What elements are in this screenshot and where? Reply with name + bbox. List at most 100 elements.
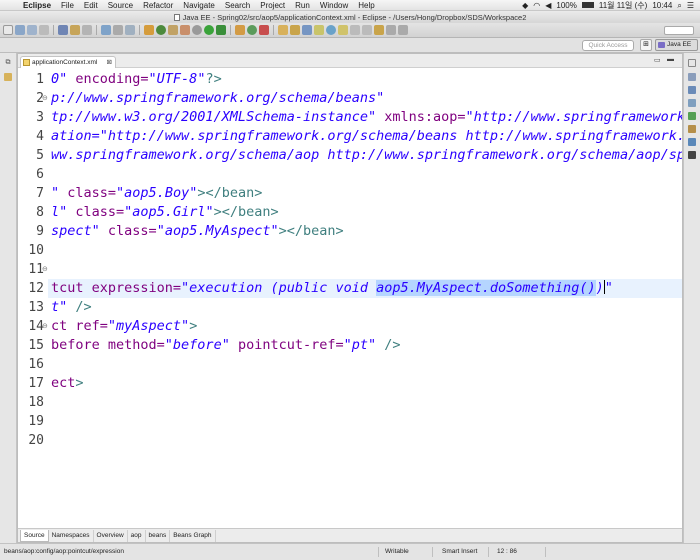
open-folder-icon[interactable] [278,25,288,35]
forward-icon[interactable] [398,25,408,35]
task-list-icon[interactable] [688,86,696,94]
scm-icon[interactable] [144,25,154,35]
fold-toggle-icon[interactable]: ⊖ [42,89,48,108]
restore-icon[interactable]: ⧉ [4,59,12,67]
toolbar-dropdown[interactable] [664,25,694,35]
skip-breakpoints-icon[interactable] [101,25,111,35]
code-line[interactable]: p://www.springframework.org/schema/beans… [51,89,384,108]
battery-percent[interactable]: 100% [556,0,576,11]
team-icon[interactable] [125,25,135,35]
open-perspective-icon[interactable]: ⊞ [640,39,652,51]
code-line[interactable]: ation="http://www.springframework.org/sc… [51,127,682,146]
search-icon[interactable] [290,25,300,35]
last-edit-icon[interactable] [374,25,384,35]
prev-annotation-icon[interactable] [362,25,372,35]
maximize-icon[interactable]: ▬ [667,56,674,63]
annotation-icon[interactable] [314,25,324,35]
notification-center-icon[interactable]: ☰ [687,0,694,11]
next-annotation-icon[interactable] [350,25,360,35]
markers-icon[interactable] [688,99,696,107]
page-tab-source[interactable]: Source [20,529,49,542]
volume-icon[interactable]: ◀ [545,0,551,11]
toggle-mark-icon[interactable] [113,25,123,35]
spotlight-icon[interactable]: ⌕ [677,0,681,11]
fold-toggle-icon[interactable]: ⊖ [42,260,48,279]
restore-icon[interactable] [688,59,696,67]
pin-icon[interactable] [338,25,348,35]
new-class-icon[interactable] [247,25,257,35]
settings-gear-icon[interactable] [192,25,202,35]
menu-refactor[interactable]: Refactor [138,0,178,11]
new-java-package-icon[interactable] [235,25,245,35]
wifi-icon[interactable]: ◠ [533,0,540,11]
menu-source[interactable]: Source [103,0,138,11]
save-all-icon[interactable] [27,25,37,35]
page-tab-beans[interactable]: beans [146,529,171,542]
open-type-icon[interactable] [82,25,92,35]
menu-eclipse[interactable]: Eclipse [18,0,56,11]
menubar-date[interactable]: 11월 11일 (수) [599,0,647,11]
menu-window[interactable]: Window [315,0,353,11]
debug-icon[interactable] [156,25,166,35]
page-tab-beans-graph[interactable]: Beans Graph [170,529,216,542]
outline-icon[interactable] [688,73,696,81]
run-last-icon[interactable] [216,25,226,35]
code-line[interactable]: ct ref="myAspect"> [51,317,197,336]
page-tab-overview[interactable]: Overview [94,529,128,542]
tools-icon[interactable] [168,25,178,35]
dropbox-icon[interactable]: ◆ [522,0,528,11]
menu-edit[interactable]: Edit [79,0,103,11]
menu-help[interactable]: Help [353,0,379,11]
new-interface-icon[interactable] [259,25,269,35]
code-line[interactable]: tcut expression="execution (public void … [51,279,613,298]
perspective-javaee-button[interactable]: Java EE [655,39,698,51]
menu-run[interactable]: Run [290,0,315,11]
servers-icon[interactable] [688,112,696,120]
line-number: 14 [28,319,44,334]
quick-access-field[interactable]: Quick Access [582,40,634,51]
code-line[interactable]: ect> [51,374,84,393]
code-token: "execution (public void [181,280,377,296]
code-line[interactable]: l" class="aop5.Girl"></bean> [51,203,279,222]
code-text-area[interactable]: 1 2 ⊖ 3 4 5 6 7 8 9 10 11 ⊖ 12 13 14 ⊖ 15 16 17 18 19 20 0" en… [18,68,682,528]
battery-icon[interactable] [581,2,594,8]
save-icon[interactable] [15,25,25,35]
menubar-status-area: ◆ ◠ ◀ 100% 11월 11일 (수) 10:44 ⌕ ☰ [522,0,700,11]
code-line[interactable]: " class="aop5.Boy"></bean> [51,184,262,203]
menu-search[interactable]: Search [220,0,255,11]
console-icon[interactable] [688,151,696,159]
close-icon[interactable]: ⊠ [107,57,112,68]
external-tools-icon[interactable] [180,25,190,35]
line-number: 11 [28,262,44,277]
server-icon[interactable] [58,25,68,35]
open-task-icon[interactable] [302,25,312,35]
menu-file[interactable]: File [56,0,79,11]
code-line[interactable]: spect" class="aop5.MyAspect"></bean> [51,222,344,241]
code-line[interactable]: ww.springframework.org/schema/aop http:/… [51,146,682,165]
status-insert-mode[interactable]: Smart Insert [442,548,477,555]
line-number: 5 [36,148,44,163]
data-source-icon[interactable] [688,125,696,133]
page-tab-aop[interactable]: aop [128,529,146,542]
menubar-time[interactable]: 10:44 [652,0,672,11]
editor-tab-applicationcontext[interactable]: applicationContext.xml ⊠ [20,56,116,68]
project-explorer-icon[interactable] [4,73,12,81]
code-token: ect [51,375,76,391]
globe-icon[interactable] [326,25,336,35]
line-number: 13 [28,300,44,315]
code-line[interactable]: t" /> [51,298,92,317]
menu-project[interactable]: Project [255,0,290,11]
code-line[interactable]: tp://www.w3.org/2001/XMLSchema-instance"… [51,108,682,127]
run-icon[interactable] [204,25,214,35]
code-line[interactable]: 0" encoding="UTF-8"?> [51,70,222,89]
database-icon[interactable] [70,25,80,35]
new-wizard-icon[interactable] [3,25,13,35]
snippets-icon[interactable] [688,138,696,146]
minimize-icon[interactable]: ▭ [654,56,661,64]
code-line[interactable]: before method="before" pointcut-ref="pt"… [51,336,401,355]
page-tab-namespaces[interactable]: Namespaces [49,529,94,542]
back-icon[interactable] [386,25,396,35]
menu-navigate[interactable]: Navigate [178,0,220,11]
print-icon[interactable] [39,25,49,35]
fold-toggle-icon[interactable]: ⊖ [42,317,48,336]
